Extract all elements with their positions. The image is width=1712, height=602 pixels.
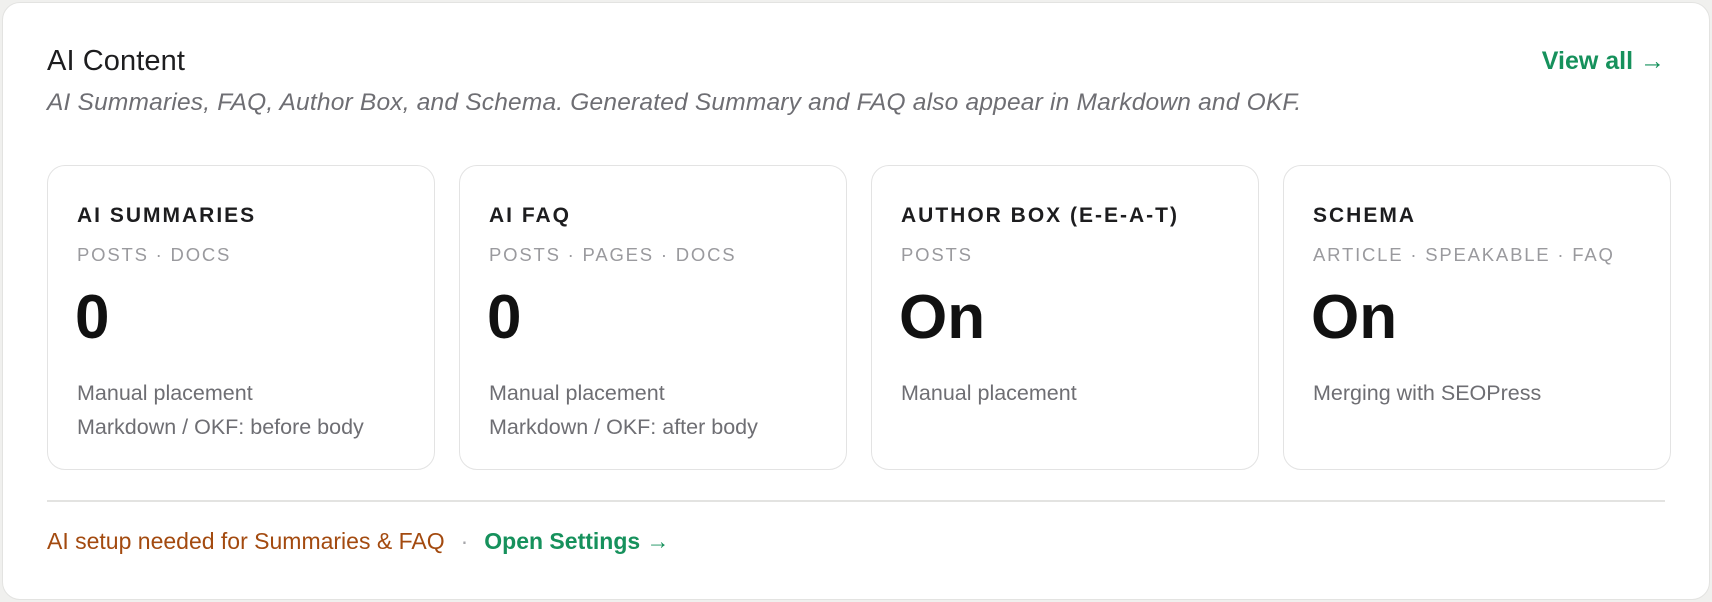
open-settings-link[interactable]: Open Settings →: [484, 528, 669, 555]
card-detail: Manual placement: [901, 381, 1077, 405]
card-ai-faq: AI FAQ POSTS · PAGES · DOCS 0 Manual pla…: [459, 165, 847, 470]
feature-cards: AI SUMMARIES POSTS · DOCS 0 Manual place…: [47, 165, 1671, 470]
card-scope: POSTS · DOCS: [77, 244, 232, 265]
card-detail: Manual placement: [77, 381, 253, 405]
card-scope: POSTS: [901, 244, 973, 265]
card-title: SCHEMA: [1313, 204, 1417, 227]
card-author-box: AUTHOR BOX (E-E-A-T) POSTS On Manual pla…: [871, 165, 1259, 470]
card-title: AI SUMMARIES: [77, 204, 257, 227]
view-all-link[interactable]: View all →: [1542, 47, 1665, 76]
card-detail: Manual placement: [489, 381, 665, 405]
panel-subtitle: AI Summaries, FAQ, Author Box, and Schem…: [47, 89, 1302, 116]
card-ai-summaries: AI SUMMARIES POSTS · DOCS 0 Manual place…: [47, 165, 435, 470]
card-scope: ARTICLE · SPEAKABLE · FAQ: [1313, 244, 1615, 265]
card-value: 0: [487, 283, 522, 352]
footer-separator: ·: [460, 528, 469, 554]
card-value: On: [1311, 283, 1398, 352]
panel-title: AI Content: [47, 45, 186, 77]
card-value: On: [899, 283, 986, 352]
footer-bar: AI setup needed for Summaries & FAQ · Op…: [47, 528, 670, 555]
divider: [47, 500, 1665, 502]
card-title: AUTHOR BOX (E-E-A-T): [901, 204, 1179, 227]
card-detail: Markdown / OKF: before body: [77, 415, 364, 439]
card-detail: Merging with SEOPress: [1313, 381, 1542, 405]
card-value: 0: [75, 283, 110, 352]
card-schema: SCHEMA ARTICLE · SPEAKABLE · FAQ On Merg…: [1283, 165, 1671, 470]
card-title: AI FAQ: [489, 204, 572, 227]
card-detail: Markdown / OKF: after body: [489, 415, 758, 439]
setup-warning: AI setup needed for Summaries & FAQ: [47, 528, 445, 554]
ai-content-panel: AI Content View all → AI Summaries, FAQ,…: [2, 2, 1710, 600]
card-scope: POSTS · PAGES · DOCS: [489, 244, 737, 265]
